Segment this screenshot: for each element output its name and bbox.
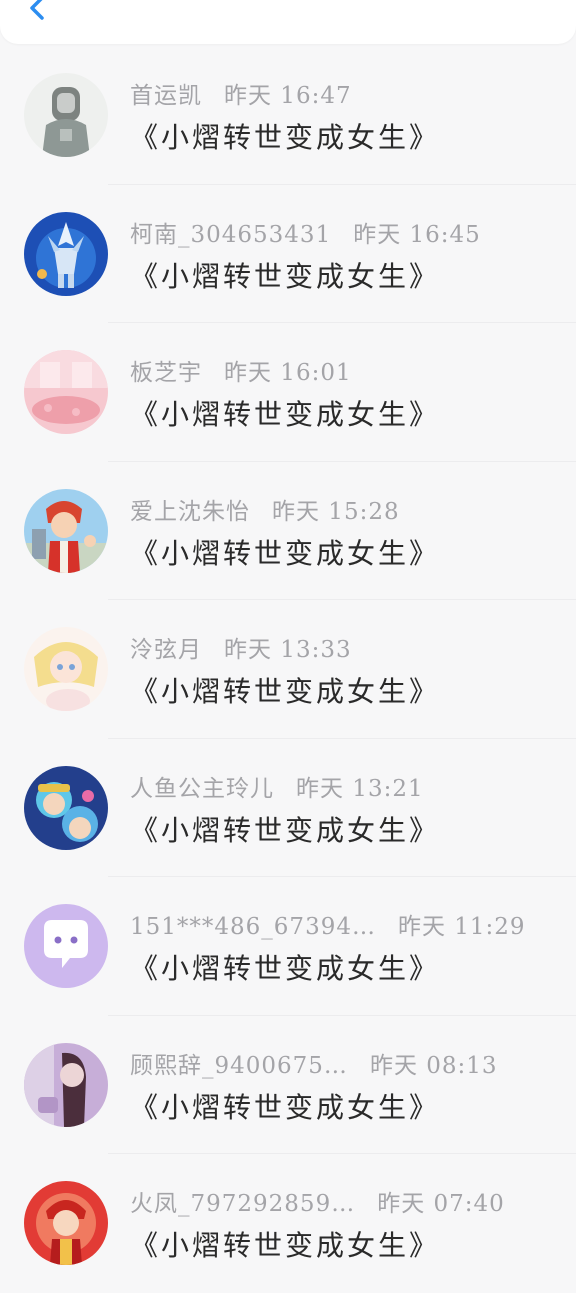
message-meta: 火凤_797292859… 昨天 07:40 (130, 1184, 505, 1218)
list-item[interactable]: 首运凯 昨天 16:47 《小熠转世变成女生》 (0, 46, 576, 185)
avatar[interactable] (24, 627, 108, 711)
message-meta: 顾熙辞_9400675… 昨天 08:13 (130, 1046, 498, 1080)
message-time: 昨天 13:33 (224, 637, 352, 663)
sender-name: 151***486_67394… (130, 914, 376, 940)
message-text: 《小熠转世变成女生》 (130, 259, 441, 293)
list-item[interactable]: 人鱼公主玲儿 昨天 13:21 《小熠转世变成女生》 (0, 739, 576, 877)
sender-name: 首运凯 (130, 83, 202, 109)
sender-name: 火凤_797292859… (130, 1191, 356, 1217)
list-item[interactable]: 爱上沈朱怡 昨天 15:28 《小熠转世变成女生》 (0, 462, 576, 600)
avatar[interactable] (24, 904, 108, 988)
sender-name: 泠弦月 (130, 637, 202, 663)
avatar[interactable] (24, 350, 108, 434)
message-text: 《小熠转世变成女生》 (130, 952, 441, 985)
message-time: 昨天 11:29 (397, 914, 526, 940)
message-time: 昨天 16:47 (224, 83, 352, 109)
avatar[interactable] (24, 765, 108, 850)
top-bar (0, 0, 576, 44)
message-time: 昨天 16:45 (353, 221, 481, 248)
message-time: 昨天 16:01 (224, 360, 352, 386)
message-meta: 首运凯 昨天 16:47 (130, 76, 352, 110)
message-meta: 人鱼公主玲儿 昨天 13:21 (130, 769, 424, 803)
message-text: 《小熠转世变成女生》 (130, 536, 441, 570)
chevron-left-icon[interactable] (22, 0, 56, 26)
sender-name: 板芝宇 (130, 360, 202, 386)
message-meta: 泠弦月 昨天 13:33 (130, 630, 352, 664)
sender-name: 柯南_304653431 (130, 221, 332, 248)
sender-name: 人鱼公主玲儿 (130, 775, 274, 802)
message-text: 《小熠转世变成女生》 (130, 398, 441, 431)
avatar[interactable] (24, 488, 108, 573)
message-text: 《小熠转世变成女生》 (130, 121, 441, 154)
message-text: 《小熠转世变成女生》 (130, 1229, 441, 1262)
message-time: 昨天 13:21 (296, 775, 424, 802)
list-item[interactable]: 151***486_67394… 昨天 11:29 《小熠转世变成女生》 (0, 877, 576, 1016)
message-time: 昨天 15:28 (272, 498, 400, 525)
message-time: 昨天 08:13 (369, 1052, 498, 1079)
sender-name: 爱上沈朱怡 (130, 498, 250, 525)
sender-name: 顾熙辞_9400675… (130, 1052, 348, 1079)
message-meta: 151***486_67394… 昨天 11:29 (130, 907, 526, 941)
avatar[interactable] (24, 1042, 108, 1127)
message-meta: 板芝宇 昨天 16:01 (130, 353, 352, 387)
avatar[interactable] (24, 211, 108, 296)
avatar[interactable] (24, 73, 108, 157)
message-list: 首运凯 昨天 16:47 《小熠转世变成女生》 柯南_304653431 昨天 16… (0, 46, 576, 1293)
message-text: 《小熠转世变成女生》 (130, 1090, 441, 1124)
message-meta: 柯南_304653431 昨天 16:45 (130, 215, 481, 249)
message-text: 《小熠转世变成女生》 (130, 675, 441, 708)
list-item[interactable]: 板芝宇 昨天 16:01 《小熠转世变成女生》 (0, 323, 576, 462)
list-item[interactable]: 火凤_797292859… 昨天 07:40 《小熠转世变成女生》 (0, 1154, 576, 1293)
list-item[interactable]: 顾熙辞_9400675… 昨天 08:13 《小熠转世变成女生》 (0, 1016, 576, 1154)
message-time: 昨天 07:40 (377, 1191, 505, 1217)
message-text: 《小熠转世变成女生》 (130, 813, 441, 847)
avatar[interactable] (24, 1181, 108, 1265)
list-item[interactable]: 柯南_304653431 昨天 16:45 《小熠转世变成女生》 (0, 185, 576, 323)
list-item[interactable]: 泠弦月 昨天 13:33 《小熠转世变成女生》 (0, 600, 576, 739)
message-meta: 爱上沈朱怡 昨天 15:28 (130, 492, 400, 526)
